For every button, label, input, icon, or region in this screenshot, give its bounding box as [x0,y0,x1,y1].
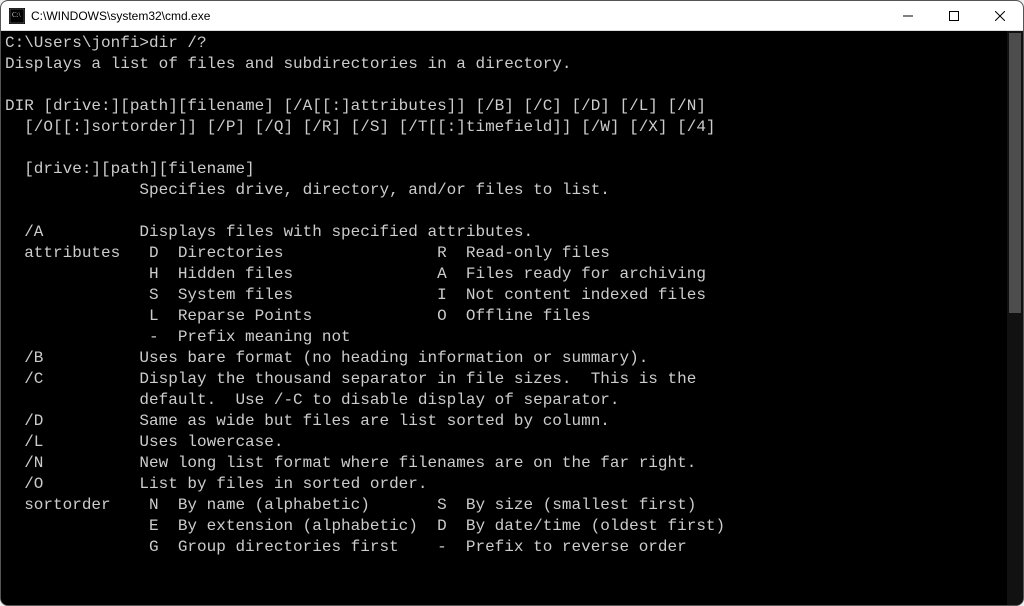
close-button[interactable] [977,1,1023,30]
window-title: C:\WINDOWS\system32\cmd.exe [31,9,885,23]
maximize-button[interactable] [931,1,977,30]
svg-text:C:\: C:\ [12,11,21,19]
minimize-button[interactable] [885,1,931,30]
cmd-icon: C:\ [9,8,25,24]
window-controls [885,1,1023,30]
scrollbar-thumb[interactable] [1009,33,1021,313]
titlebar[interactable]: C:\ C:\WINDOWS\system32\cmd.exe [1,1,1023,31]
terminal-area: C:\Users\jonfi>dir /? Displays a list of… [1,31,1023,605]
terminal-output[interactable]: C:\Users\jonfi>dir /? Displays a list of… [1,31,1007,605]
cmd-window: C:\ C:\WINDOWS\system32\cmd.exe C:\Users… [0,0,1024,606]
scrollbar[interactable] [1007,31,1023,605]
